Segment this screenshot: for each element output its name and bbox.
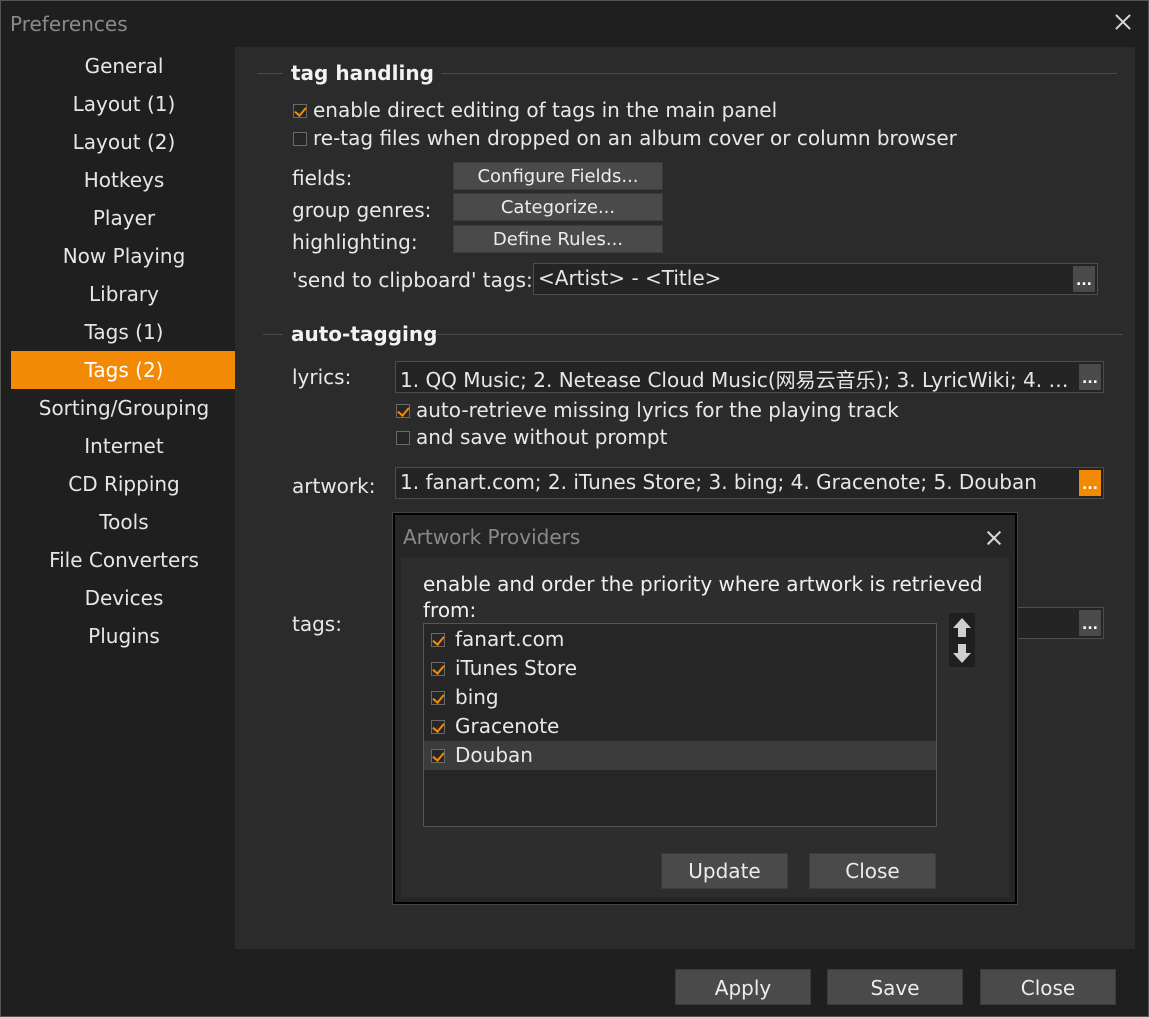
tag-handling-heading: tag handling — [291, 61, 434, 85]
auto-retrieve-lyrics-checkbox[interactable] — [396, 404, 410, 418]
provider-checkbox[interactable] — [431, 633, 445, 647]
section-divider — [263, 334, 283, 335]
sidebar-item-cd-ripping[interactable]: CD Ripping — [11, 465, 237, 503]
sidebar-item-now-playing[interactable]: Now Playing — [11, 237, 237, 275]
sidebar-item-library[interactable]: Library — [11, 275, 237, 313]
retag-checkbox[interactable] — [293, 132, 307, 146]
artwork-providers-value: 1. fanart.com; 2. iTunes Store; 3. bing;… — [400, 470, 1037, 494]
sidebar-item-player[interactable]: Player — [11, 199, 237, 237]
provider-row[interactable]: Gracenote — [424, 712, 936, 741]
provider-row[interactable]: fanart.com — [424, 625, 936, 654]
dialog-description: enable and order the priority where artw… — [423, 572, 983, 622]
lyrics-browse-button[interactable]: ... — [1079, 364, 1101, 390]
artwork-providers-dialog: Artwork Providers enable and order the p… — [393, 513, 1017, 904]
window-title: Preferences — [10, 12, 128, 36]
sidebar-item-hotkeys[interactable]: Hotkeys — [11, 161, 237, 199]
provider-name: Douban — [455, 743, 533, 767]
close-button[interactable]: Close — [980, 969, 1116, 1005]
apply-button[interactable]: Apply — [675, 969, 811, 1005]
provider-checkbox[interactable] — [431, 720, 445, 734]
provider-checkbox[interactable] — [431, 691, 445, 705]
provider-name: fanart.com — [455, 627, 565, 651]
provider-row[interactable]: iTunes Store — [424, 654, 936, 683]
provider-row[interactable]: Douban — [424, 741, 936, 770]
sidebar-item-sorting-grouping[interactable]: Sorting/Grouping — [11, 389, 237, 427]
categorize-button[interactable]: Categorize... — [453, 193, 663, 221]
move-up-icon[interactable] — [952, 617, 972, 639]
tags-label: tags: — [292, 612, 342, 636]
save-button[interactable]: Save — [827, 969, 963, 1005]
dialog-close-button[interactable]: Close — [809, 853, 936, 889]
sidebar-item-plugins[interactable]: Plugins — [11, 617, 237, 655]
section-divider — [441, 73, 1117, 74]
title-bar: Preferences — [1, 1, 1148, 45]
sidebar-item-layout-1[interactable]: Layout (1) — [11, 85, 237, 123]
close-icon[interactable] — [1112, 11, 1134, 33]
clipboard-tags-input[interactable]: <Artist> - <Title> ... — [533, 263, 1098, 295]
save-no-prompt-label: and save without prompt — [416, 425, 668, 449]
sidebar-item-tags-2[interactable]: Tags (2) — [11, 351, 237, 389]
clipboard-tags-browse-button[interactable]: ... — [1073, 266, 1095, 292]
sidebar-item-general[interactable]: General — [11, 47, 237, 85]
tags-browse-button[interactable]: ... — [1079, 610, 1101, 636]
highlighting-label: highlighting: — [292, 230, 418, 254]
dialog-title: Artwork Providers — [403, 525, 581, 549]
lyrics-providers-input[interactable]: 1. QQ Music; 2. Netease Cloud Music(网易云音… — [395, 361, 1104, 393]
define-rules-button[interactable]: Define Rules... — [453, 225, 663, 253]
dialog-close-icon[interactable] — [985, 529, 1003, 547]
provider-name: bing — [455, 685, 499, 709]
artwork-providers-input[interactable]: 1. fanart.com; 2. iTunes Store; 3. bing;… — [395, 467, 1104, 499]
configure-fields-button[interactable]: Configure Fields... — [453, 162, 663, 190]
save-no-prompt-checkbox[interactable] — [396, 431, 410, 445]
provider-checkbox[interactable] — [431, 662, 445, 676]
group-genres-label: group genres: — [292, 198, 432, 222]
retag-label: re-tag files when dropped on an album co… — [313, 126, 957, 150]
preferences-window: Preferences General Layout (1) Layout (2) H… — [0, 0, 1149, 1017]
lyrics-label: lyrics: — [292, 365, 352, 389]
sidebar-item-internet[interactable]: Internet — [11, 427, 237, 465]
clipboard-label: 'send to clipboard' tags: — [292, 268, 533, 292]
move-down-icon[interactable] — [952, 642, 972, 664]
sidebar-nav: General Layout (1) Layout (2) Hotkeys Player… — [11, 47, 237, 657]
reorder-controls — [949, 613, 975, 667]
lyrics-providers-value: 1. QQ Music; 2. Netease Cloud Music(网易云音… — [400, 368, 1073, 392]
auto-retrieve-lyrics-label: auto-retrieve missing lyrics for the pla… — [416, 398, 899, 422]
provider-checkbox[interactable] — [431, 749, 445, 763]
clipboard-tags-value: <Artist> - <Title> — [538, 266, 722, 290]
direct-edit-checkbox[interactable] — [293, 104, 307, 118]
sidebar-item-tools[interactable]: Tools — [11, 503, 237, 541]
sidebar-item-devices[interactable]: Devices — [11, 579, 237, 617]
update-button[interactable]: Update — [661, 853, 788, 889]
provider-name: Gracenote — [455, 714, 560, 738]
provider-list[interactable]: fanart.com iTunes Store bing Gracenote Douba… — [423, 623, 937, 827]
fields-label: fields: — [292, 166, 353, 190]
sidebar-item-tags-1[interactable]: Tags (1) — [11, 313, 237, 351]
sidebar-item-file-converters[interactable]: File Converters — [11, 541, 237, 579]
dialog-body: enable and order the priority where artw… — [401, 557, 1009, 897]
artwork-browse-button[interactable]: ... — [1079, 470, 1101, 496]
auto-tagging-heading: auto-tagging — [291, 322, 438, 346]
provider-row[interactable]: bing — [424, 683, 936, 712]
section-divider — [257, 73, 283, 74]
artwork-label: artwork: — [292, 474, 376, 498]
section-divider — [435, 334, 1123, 335]
sidebar-item-layout-2[interactable]: Layout (2) — [11, 123, 237, 161]
provider-name: iTunes Store — [455, 656, 578, 680]
direct-edit-label: enable direct editing of tags in the mai… — [313, 98, 778, 122]
